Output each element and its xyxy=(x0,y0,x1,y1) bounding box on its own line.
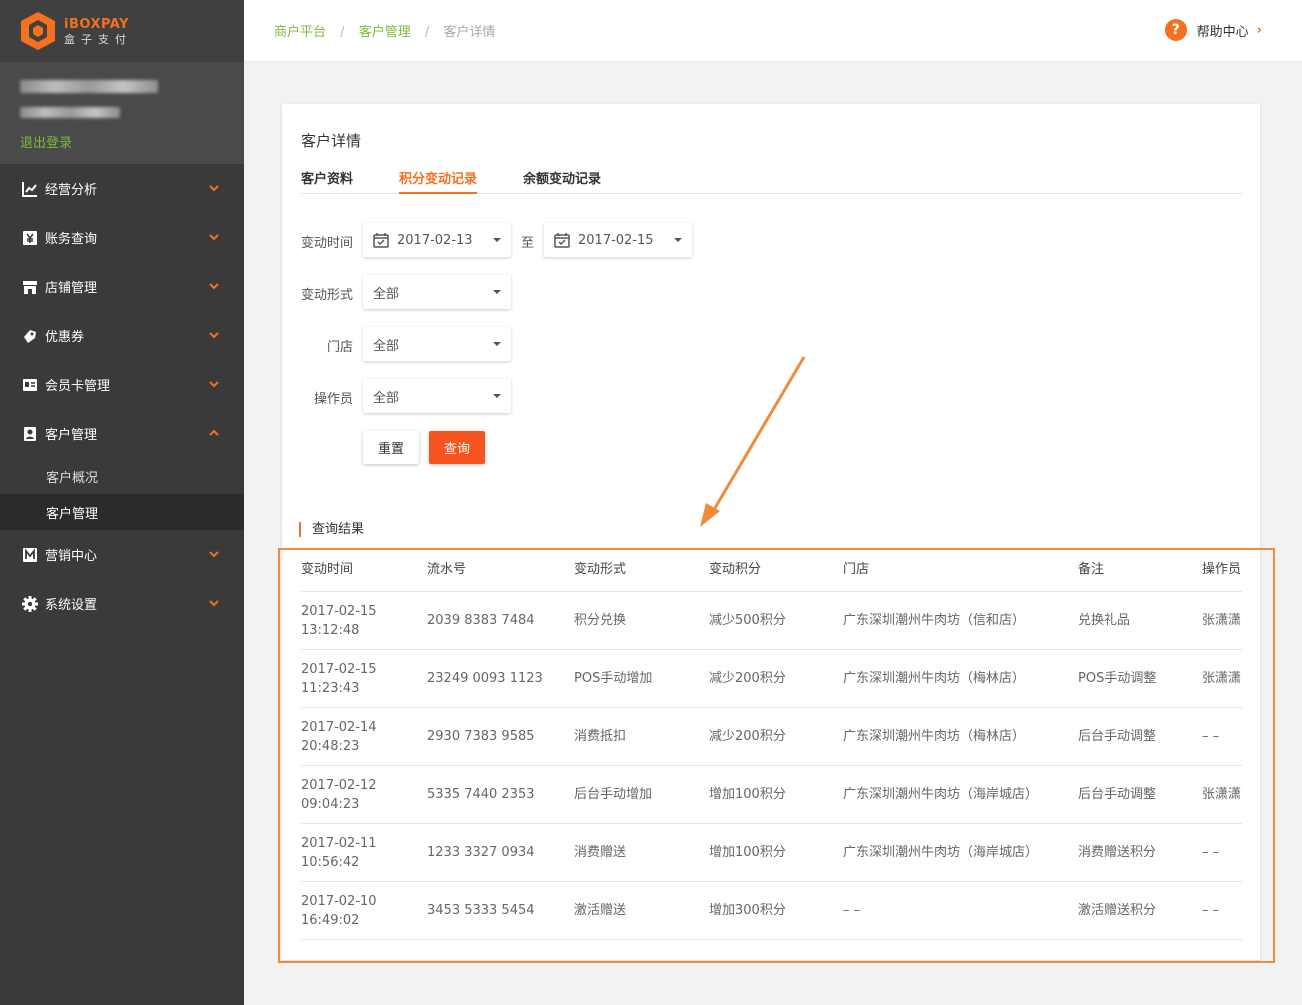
breadcrumb-customer-management[interactable]: 客户管理 xyxy=(359,25,411,40)
blurred-account xyxy=(20,107,120,118)
gear-icon xyxy=(22,595,38,612)
logo-zh-text: 盒子支付 xyxy=(64,32,132,46)
member-card-icon xyxy=(22,377,38,393)
nav-item-marketing[interactable]: 营销中心 xyxy=(0,530,244,579)
tab-customer-info[interactable]: 客户资料 xyxy=(301,168,353,194)
nav-label: 客户管理 xyxy=(45,428,98,443)
store-value: 全部 xyxy=(373,338,400,354)
query-button[interactable]: 查询 xyxy=(429,431,485,464)
operator-label: 操作员 xyxy=(313,392,353,407)
nav-label: 店铺管理 xyxy=(45,281,98,296)
reset-button[interactable]: 重置 xyxy=(363,431,419,464)
results-title: 查询结果 xyxy=(299,522,364,537)
caret-down-icon xyxy=(493,342,501,346)
change-type-select[interactable]: 全部 xyxy=(363,275,511,309)
chevron-right-icon: › xyxy=(1256,22,1262,38)
chevron-down-icon xyxy=(209,600,219,607)
date-to-value: 2017-02-15 xyxy=(578,232,654,248)
calendar-icon xyxy=(373,232,389,248)
annotation-arrow-icon xyxy=(700,356,806,527)
change-type-value: 全部 xyxy=(373,286,400,302)
store-icon xyxy=(22,279,38,295)
logo[interactable]: iBOXPAY 盒子支付 xyxy=(0,0,244,62)
nav-label: 优惠券 xyxy=(45,330,85,345)
store-label: 门店 xyxy=(326,340,353,355)
nav-label: 营销中心 xyxy=(45,549,98,564)
sub-item-customer-overview[interactable]: 客户概况 xyxy=(0,458,244,494)
logo-en-text: iBOXPAY xyxy=(64,16,130,32)
breadcrumb-current: 客户详情 xyxy=(443,25,496,40)
operator-value: 全部 xyxy=(373,390,400,406)
chevron-up-icon xyxy=(209,429,219,436)
chart-line-icon xyxy=(22,181,38,197)
change-type-label: 变动形式 xyxy=(300,288,353,303)
date-from-value: 2017-02-13 xyxy=(397,232,473,248)
help-label: 帮助中心 xyxy=(1196,24,1249,40)
nav-item-settings[interactable]: 系统设置 xyxy=(0,579,244,628)
chevron-down-icon xyxy=(209,234,219,241)
nav-item-member-cards[interactable]: 会员卡管理 xyxy=(0,360,244,409)
nav-item-customers[interactable]: 客户管理 xyxy=(0,409,244,458)
nav-label: 系统设置 xyxy=(45,598,98,613)
tab-bar: 客户资料 积分变动记录 余额变动记录 xyxy=(301,168,1242,194)
caret-down-icon xyxy=(493,238,501,242)
chevron-down-icon xyxy=(209,381,219,388)
breadcrumb-merchant-platform[interactable]: 商户平台 xyxy=(274,25,326,40)
chevron-down-icon xyxy=(209,551,219,558)
sub-item-customer-management[interactable]: 客户管理 xyxy=(0,494,244,530)
nav-item-stores[interactable]: 店铺管理 xyxy=(0,262,244,311)
nav-label: 账务查询 xyxy=(45,232,98,247)
logo-hex-icon xyxy=(21,12,55,50)
breadcrumb: 商户平台 / 客户管理 / 客户详情 xyxy=(274,21,495,40)
nav-item-coupons[interactable]: 优惠券 xyxy=(0,311,244,360)
nav-item-business-analysis[interactable]: 经营分析 xyxy=(0,164,244,213)
date-range-separator: 至 xyxy=(521,236,535,251)
operator-select[interactable]: 全部 xyxy=(363,379,511,413)
chevron-down-icon xyxy=(209,283,219,290)
store-select[interactable]: 全部 xyxy=(363,327,511,361)
caret-down-icon xyxy=(493,394,501,398)
tab-balance-records[interactable]: 余额变动记录 xyxy=(523,168,601,194)
top-bar: 商户平台 / 客户管理 / 客户详情 ? 帮助中心 › xyxy=(244,0,1302,62)
change-time-label: 变动时间 xyxy=(300,236,353,251)
user-info: 退出登录 xyxy=(0,62,244,164)
tab-points-records[interactable]: 积分变动记录 xyxy=(399,168,478,194)
blurred-username xyxy=(20,80,158,93)
date-from-picker[interactable]: 2017-02-13 xyxy=(363,223,511,257)
nav-menu: 经营分析 账务查询 店铺管理 优惠券 会员卡管理 客户管理 客户概况 客户管理 … xyxy=(0,164,244,628)
coupon-icon xyxy=(22,328,38,344)
caret-down-icon xyxy=(674,238,682,242)
caret-down-icon xyxy=(493,290,501,294)
yen-icon xyxy=(22,230,38,246)
marketing-icon xyxy=(22,547,38,563)
nav-label: 会员卡管理 xyxy=(45,379,111,394)
nav-item-accounts[interactable]: 账务查询 xyxy=(0,213,244,262)
chevron-down-icon xyxy=(209,185,219,192)
nav-label: 经营分析 xyxy=(45,183,98,198)
breadcrumb-separator: / xyxy=(424,25,430,40)
annotation-highlight-box xyxy=(278,548,1275,963)
date-to-picker[interactable]: 2017-02-15 xyxy=(544,223,692,257)
page-title: 客户详情 xyxy=(301,132,362,150)
help-center-link[interactable]: ? 帮助中心 › xyxy=(1164,19,1262,41)
sidebar: iBOXPAY 盒子支付 退出登录 经营分析 账务查询 店铺管理 优惠券 会员卡… xyxy=(0,0,244,1005)
customer-icon xyxy=(22,426,38,442)
question-icon: ? xyxy=(1164,19,1187,41)
breadcrumb-separator: / xyxy=(340,25,345,40)
logout-link[interactable]: 退出登录 xyxy=(20,132,224,151)
calendar-icon xyxy=(554,232,570,248)
chevron-down-icon xyxy=(209,332,219,339)
